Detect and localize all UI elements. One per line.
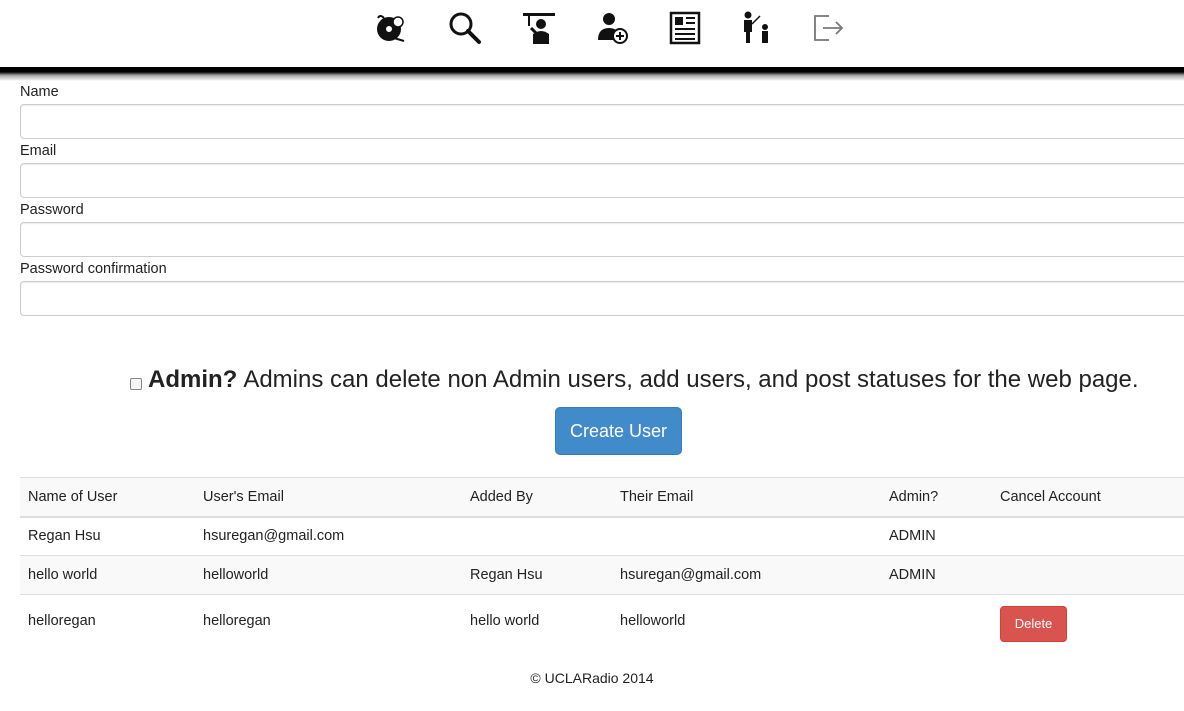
table-row: Regan Hsu hsuregan@gmail.com ADMIN bbox=[20, 516, 1184, 556]
cell-email: helloregan bbox=[195, 594, 462, 647]
cell-name: helloregan bbox=[20, 594, 195, 647]
navbar-divider bbox=[0, 67, 1184, 81]
password-confirmation-input[interactable] bbox=[20, 281, 1184, 316]
cell-cancel: Delete bbox=[992, 594, 1184, 647]
header-added-by: Added By bbox=[462, 477, 612, 518]
header-their-email: Their Email bbox=[612, 477, 881, 518]
password-label: Password bbox=[20, 202, 84, 218]
header-admin: Admin? bbox=[881, 477, 992, 518]
header-email: User's Email bbox=[195, 477, 462, 518]
create-user-button[interactable]: Create User bbox=[555, 407, 682, 455]
admin-option: Admin? Admins can delete non Admin users… bbox=[130, 364, 1139, 396]
cell-admin bbox=[881, 594, 992, 647]
cell-added-by: Regan Hsu bbox=[462, 555, 612, 595]
name-label: Name bbox=[20, 84, 59, 100]
cell-their-email: hsuregan@gmail.com bbox=[612, 555, 881, 595]
music-library-icon[interactable] bbox=[372, 8, 412, 48]
cell-email: helloworld bbox=[195, 555, 462, 595]
staff-icon[interactable] bbox=[737, 8, 777, 48]
news-icon[interactable] bbox=[665, 8, 705, 48]
password-input[interactable] bbox=[20, 222, 1184, 257]
cell-name: Regan Hsu bbox=[20, 516, 195, 556]
cell-admin: ADMIN bbox=[881, 555, 992, 595]
cell-email: hsuregan@gmail.com bbox=[195, 516, 462, 556]
cell-name: hello world bbox=[20, 555, 195, 595]
table-header-row: Name of User User's Email Added By Their… bbox=[20, 477, 1184, 518]
table-row: helloregan helloregan hello world hellow… bbox=[20, 594, 1184, 647]
cell-cancel bbox=[992, 555, 1184, 595]
email-label: Email bbox=[20, 143, 57, 159]
footer-copyright: © UCLARadio 2014 bbox=[530, 670, 654, 686]
dj-lecture-icon[interactable] bbox=[519, 8, 559, 48]
cell-added-by: hello world bbox=[462, 594, 612, 647]
admin-checkbox[interactable] bbox=[130, 378, 142, 390]
top-navbar bbox=[0, 0, 1184, 68]
delete-user-button[interactable]: Delete bbox=[1000, 605, 1067, 642]
add-user-icon[interactable] bbox=[593, 8, 633, 48]
cell-added-by bbox=[462, 516, 612, 556]
cell-their-email bbox=[612, 516, 881, 556]
admin-description: Admins can delete non Admin users, add u… bbox=[243, 366, 1139, 393]
search-icon[interactable] bbox=[445, 8, 485, 48]
cell-admin: ADMIN bbox=[881, 516, 992, 556]
name-input[interactable] bbox=[20, 104, 1184, 139]
users-table: Name of User User's Email Added By Their… bbox=[20, 477, 1184, 647]
cell-cancel bbox=[992, 516, 1184, 556]
header-name: Name of User bbox=[20, 477, 195, 518]
password-confirmation-label: Password confirmation bbox=[20, 261, 167, 277]
header-cancel-account: Cancel Account bbox=[992, 477, 1184, 518]
create-user-form: Name Email Password Password confirmatio… bbox=[20, 80, 1184, 316]
admin-title: Admin? bbox=[148, 366, 238, 393]
table-row: hello world helloworld Regan Hsu hsurega… bbox=[20, 555, 1184, 595]
email-input[interactable] bbox=[20, 163, 1184, 198]
logout-icon[interactable] bbox=[809, 8, 849, 48]
cell-their-email: helloworld bbox=[612, 594, 881, 647]
nav-icon-bar bbox=[372, 8, 849, 48]
